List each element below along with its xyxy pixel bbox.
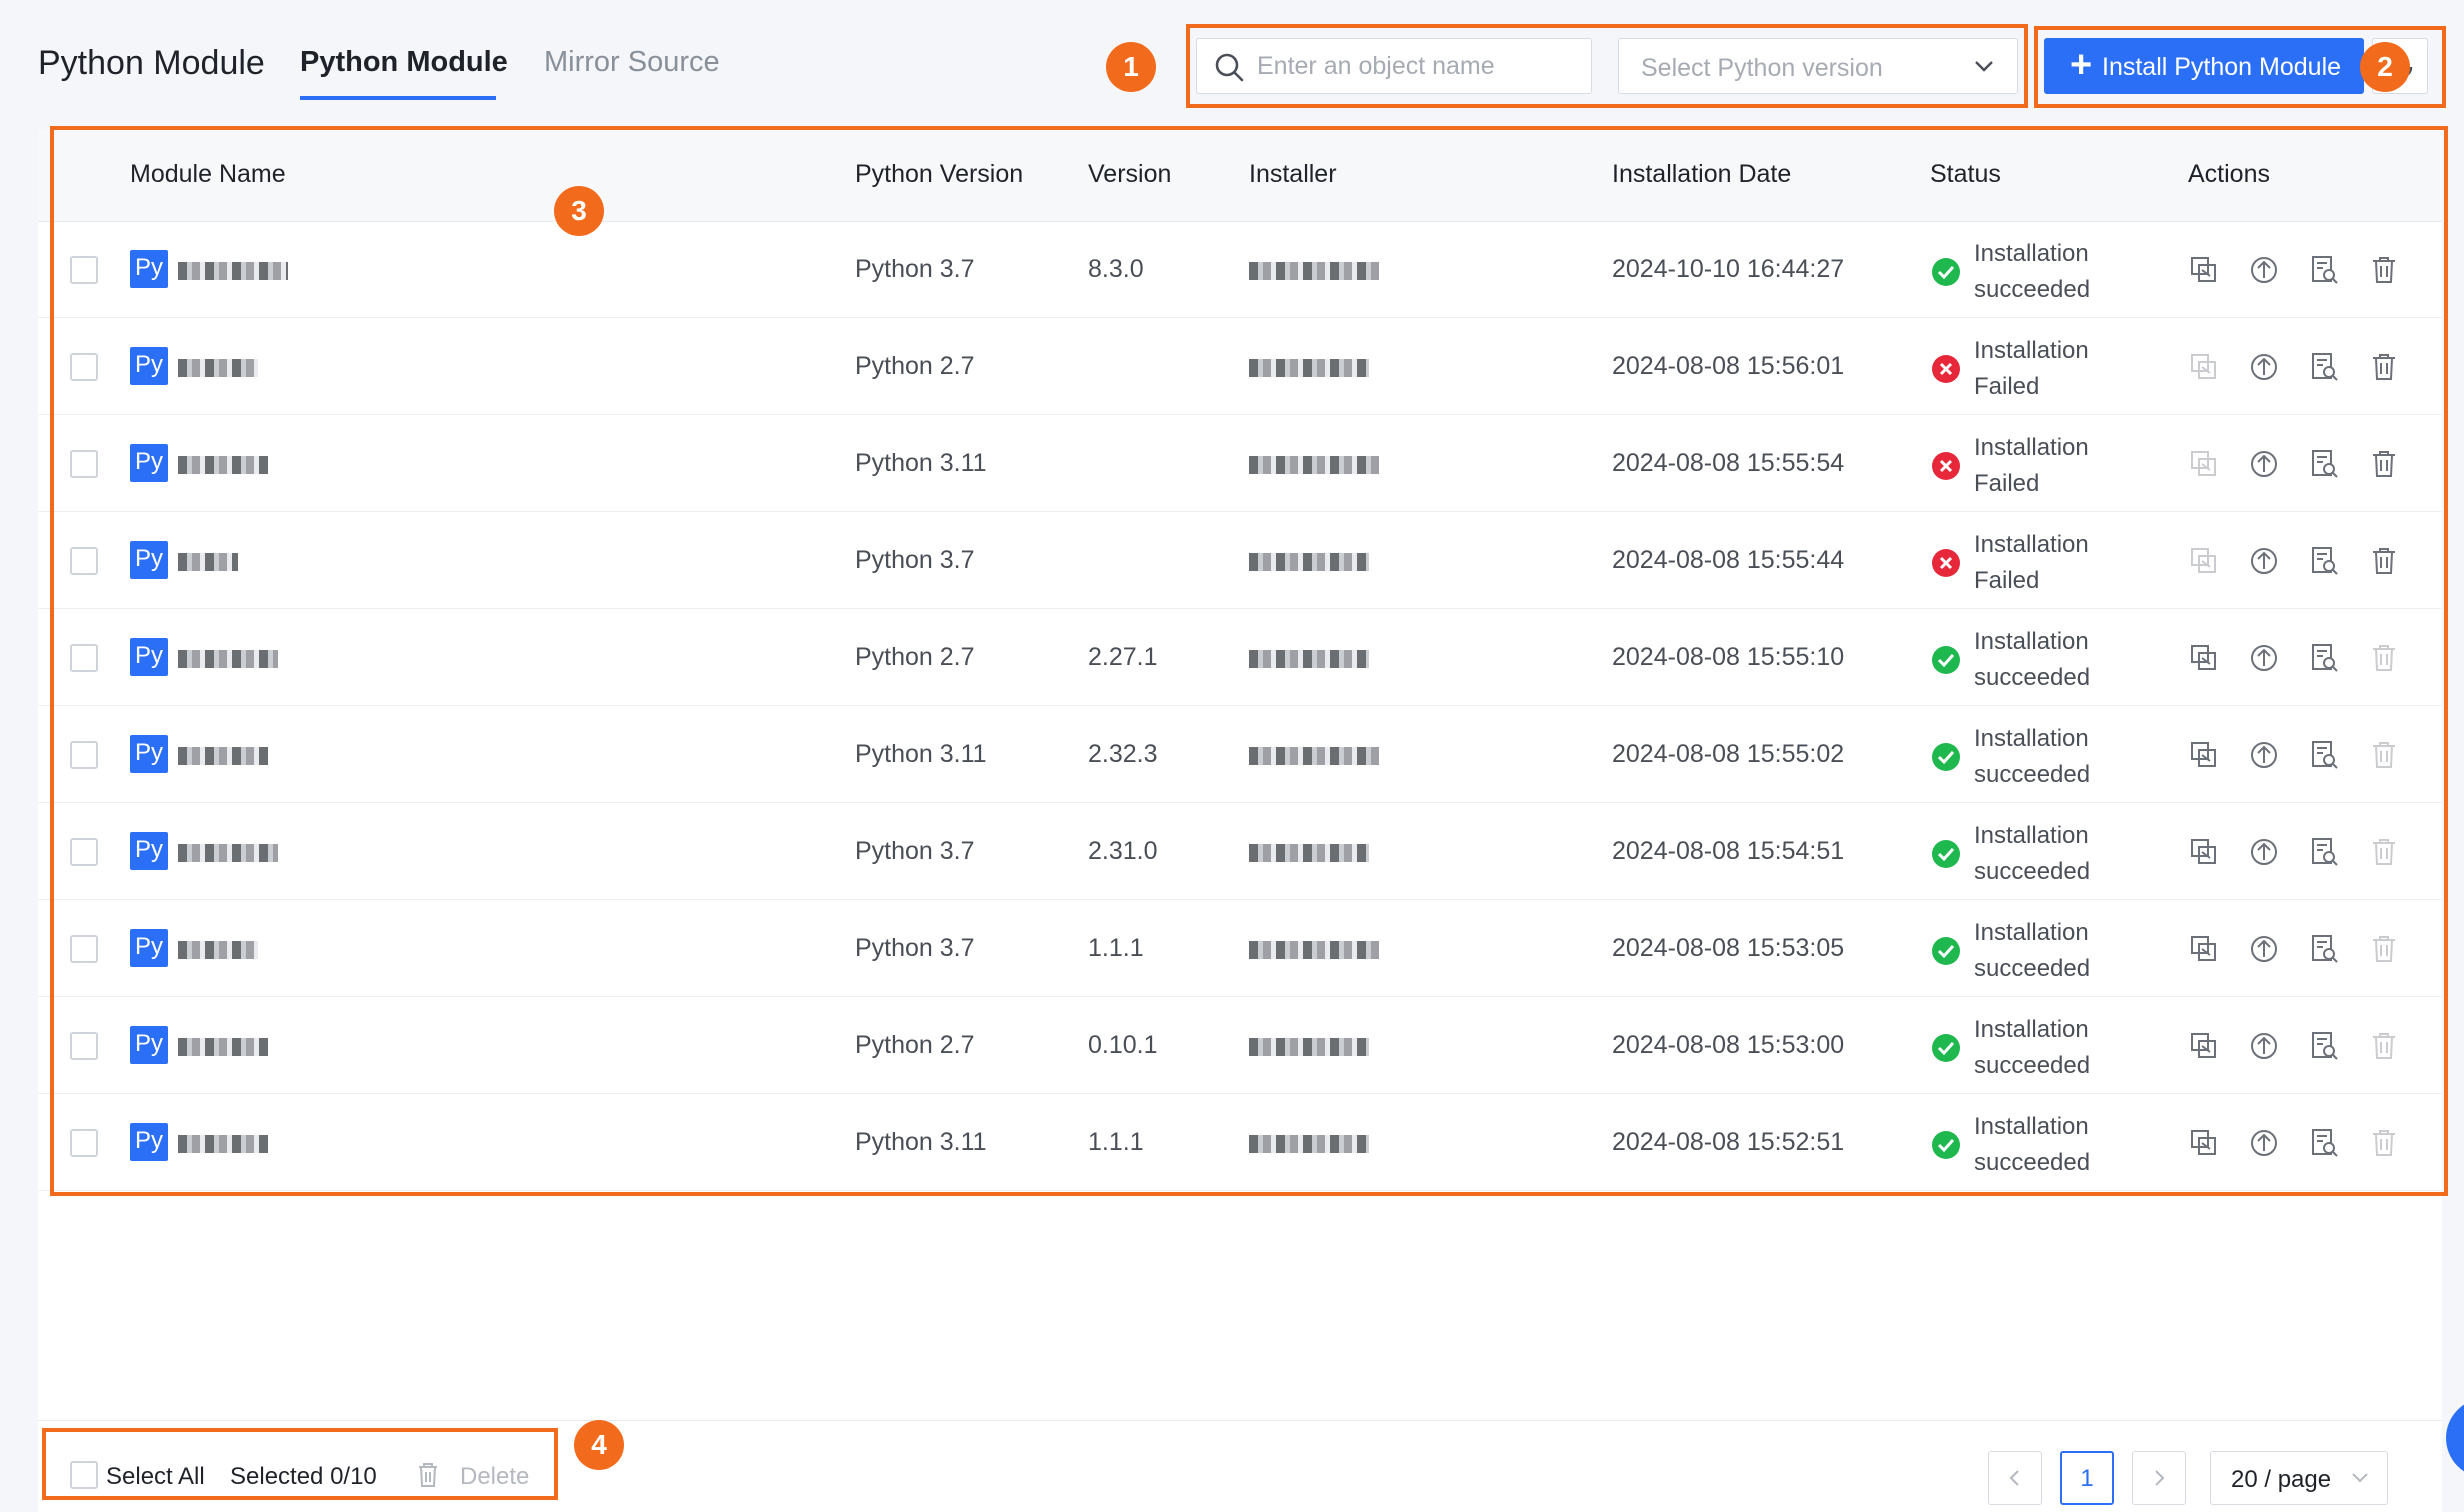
page-size-label: 20 / page — [2231, 1466, 2332, 1493]
callout-badge-4: 4 — [574, 1420, 624, 1470]
tab-mirror-source[interactable]: Mirror Source — [544, 46, 720, 79]
chevron-right-icon — [2155, 1470, 2165, 1486]
page-title: Python Module — [38, 44, 265, 82]
prev-page-button[interactable] — [1988, 1451, 2042, 1505]
active-tab-indicator — [300, 96, 496, 100]
page-number-button[interactable]: 1 — [2060, 1451, 2114, 1505]
floating-help-button[interactable] — [2446, 1398, 2464, 1478]
callout-badge-1: 1 — [1106, 42, 1156, 92]
page-size-select[interactable]: 20 / page — [2210, 1451, 2388, 1505]
callout-box-1 — [1186, 24, 2028, 108]
callout-box-3 — [50, 126, 2448, 1196]
next-page-button[interactable] — [2132, 1451, 2186, 1505]
tab-python-module[interactable]: Python Module — [300, 46, 508, 79]
chevron-left-icon — [2009, 1470, 2019, 1486]
chevron-down-icon — [2352, 1473, 2368, 1483]
callout-badge-3: 3 — [554, 186, 604, 236]
callout-box-4 — [42, 1428, 558, 1500]
callout-badge-2: 2 — [2360, 42, 2410, 92]
